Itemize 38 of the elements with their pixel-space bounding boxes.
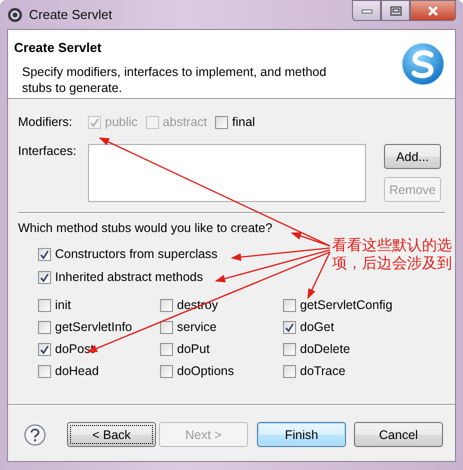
- checkbox[interactable]: doPut: [160, 342, 210, 356]
- checkmark-icon: [285, 322, 294, 332]
- field-label: Modifiers:: [18, 115, 74, 129]
- checkbox[interactable]: getServletInfo: [38, 320, 132, 334]
- field-label: Interfaces:: [18, 144, 78, 160]
- dialog-heading: Create Servlet: [14, 40, 102, 55]
- checkbox[interactable]: Inherited abstract methods: [38, 270, 203, 284]
- checkbox[interactable]: Constructors from superclass: [38, 247, 218, 261]
- dialog-description: Specify modifiers, interfaces to implement, and method stubs to generate.: [22, 64, 328, 96]
- checkbox[interactable]: doDelete: [283, 342, 350, 356]
- section-question: Which method stubs would you like to create?: [17, 220, 274, 235]
- close-icon: [427, 6, 439, 16]
- annotation-text: 看看这些默认的选 项，后边会涉及到: [332, 236, 452, 272]
- checkbox[interactable]: doTrace: [283, 364, 346, 378]
- checkmark-icon: [40, 250, 49, 258]
- app-icon: [7, 6, 23, 22]
- servlet-logo-icon: [401, 42, 445, 86]
- window-title: Create Servlet: [29, 7, 112, 22]
- close-button[interactable]: [410, 0, 456, 21]
- button[interactable]: < Back: [67, 422, 156, 447]
- button[interactable]: Finish: [257, 422, 346, 447]
- checkbox[interactable]: doOptions: [160, 364, 234, 378]
- checkmark-icon: [90, 118, 99, 126]
- checkmark-icon: [40, 344, 49, 354]
- checkbox[interactable]: doGet: [283, 320, 334, 334]
- help-icon[interactable]: [24, 424, 46, 446]
- checkbox[interactable]: doHead: [38, 364, 99, 378]
- maximize-icon: [390, 6, 402, 16]
- checkmark-icon: [40, 272, 49, 282]
- checkbox[interactable]: service: [160, 320, 217, 334]
- checkbox[interactable]: init: [38, 298, 71, 312]
- button[interactable]: Cancel: [354, 422, 443, 447]
- checkbox[interactable]: final: [215, 115, 256, 129]
- checkbox[interactable]: getServletConfig: [283, 298, 392, 312]
- minimize-icon: [360, 8, 372, 14]
- button[interactable]: Add...: [384, 144, 441, 169]
- maximize-button[interactable]: [381, 0, 410, 21]
- minimize-button[interactable]: [352, 0, 381, 21]
